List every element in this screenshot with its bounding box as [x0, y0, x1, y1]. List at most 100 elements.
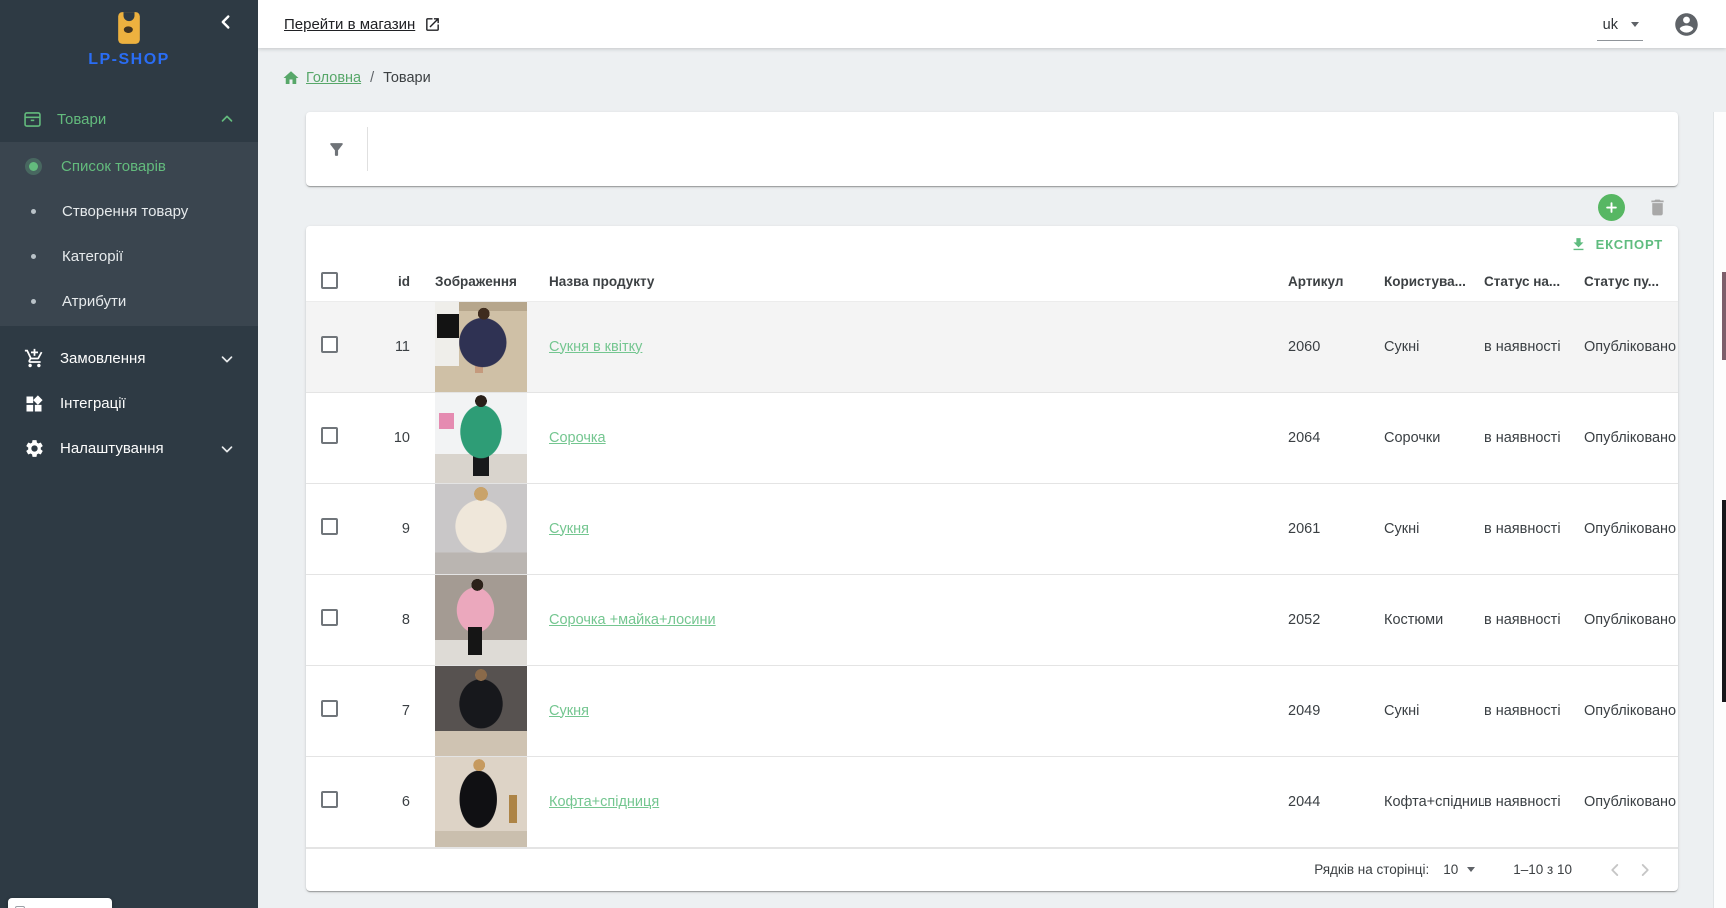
- breadcrumb-home-link[interactable]: Головна: [306, 70, 361, 86]
- breadcrumb-current: Товари: [383, 70, 431, 86]
- cell-article: 2061: [1288, 483, 1384, 574]
- cell-article: 2044: [1288, 756, 1384, 847]
- cell-stock-status: в наявності: [1484, 483, 1584, 574]
- rows-per-page-select[interactable]: 10: [1443, 862, 1475, 877]
- row-checkbox[interactable]: [321, 336, 338, 353]
- column-header-user: Користува...: [1384, 263, 1484, 301]
- sidebar-collapse-button[interactable]: [212, 8, 240, 36]
- table-header-row: id Зображення Назва продукту Артикул Кор…: [306, 263, 1678, 301]
- cell-article: 2052: [1288, 574, 1384, 665]
- product-photo[interactable]: [435, 757, 527, 847]
- row-checkbox[interactable]: [321, 609, 338, 626]
- product-photo[interactable]: [435, 393, 527, 483]
- logo[interactable]: LP-SHOP: [0, 0, 258, 96]
- product-photo[interactable]: [435, 302, 527, 392]
- row-checkbox[interactable]: [321, 791, 338, 808]
- clipped-image-sliver: [1722, 272, 1726, 360]
- add-product-button[interactable]: [1598, 194, 1625, 221]
- chevron-right-icon: [1634, 859, 1656, 881]
- column-header-id: id: [362, 263, 418, 301]
- plus-icon: [1604, 200, 1619, 215]
- cell-stock-status: в наявності: [1484, 665, 1584, 756]
- products-submenu: Список товарів Створення товару Категорі…: [0, 142, 258, 326]
- row-checkbox[interactable]: [321, 518, 338, 535]
- cell-id: 6: [362, 756, 418, 847]
- main-area: Перейти в магазин uk Головна / Товари: [258, 0, 1726, 908]
- widgets-icon: [22, 394, 46, 414]
- table-body: 11 Сукня в квітку 2060 Сукні в наявності…: [306, 301, 1678, 847]
- clipped-right-panel: [1713, 112, 1726, 908]
- topbar-right: uk: [1597, 8, 1700, 41]
- product-name-link[interactable]: Кофта+спідниця: [549, 794, 659, 810]
- external-link-icon: [424, 16, 441, 33]
- product-name-link[interactable]: Сукня: [549, 521, 589, 537]
- cell-publish-status: Опубліковано: [1584, 483, 1678, 574]
- account-circle-icon: [1673, 11, 1700, 38]
- column-header-name: Назва продукту: [544, 263, 1288, 301]
- active-bullet-icon: [29, 162, 38, 171]
- breadcrumb-separator: /: [370, 70, 374, 86]
- product-name-link[interactable]: Сукня: [549, 703, 589, 719]
- products-table-card: ЕКСПОРТ id Зображення Назва продукту Арт…: [306, 226, 1678, 891]
- table-row: 6 Кофта+спідниця 2044 Кофта+спідниц в на…: [306, 756, 1678, 847]
- sidebar-item-settings[interactable]: Налаштування: [0, 426, 258, 471]
- product-name-link[interactable]: Сорочка +майка+лосини: [549, 612, 716, 628]
- bullet-icon: [31, 254, 36, 259]
- cell-article: 2064: [1288, 392, 1384, 483]
- sidebar-item-create-product[interactable]: Створення товару: [0, 189, 258, 234]
- cell-stock-status: в наявності: [1484, 574, 1584, 665]
- product-photo[interactable]: [435, 666, 527, 756]
- previous-page-button[interactable]: [1600, 855, 1630, 885]
- filter-button[interactable]: [327, 140, 346, 159]
- go-to-store-link[interactable]: Перейти в магазин: [284, 16, 441, 33]
- cell-id: 7: [362, 665, 418, 756]
- sidebar-item-product-list[interactable]: Список товарів: [0, 144, 258, 189]
- table-row: 9 Сукня 2061 Сукні в наявності Опубліков…: [306, 483, 1678, 574]
- home-icon: [282, 69, 300, 87]
- cell-publish-status: Опубліковано: [1584, 301, 1678, 392]
- row-checkbox[interactable]: [321, 700, 338, 717]
- column-header-publish-status: Статус пу...: [1584, 263, 1678, 301]
- bullet-icon: [31, 209, 36, 214]
- cell-publish-status: Опубліковано: [1584, 392, 1678, 483]
- cell-category: Сорочки: [1384, 392, 1484, 483]
- divider: [367, 127, 368, 171]
- bullet-icon: [31, 299, 36, 304]
- account-button[interactable]: [1673, 11, 1700, 38]
- products-table: id Зображення Назва продукту Артикул Кор…: [306, 263, 1678, 848]
- caret-down-icon: [1631, 22, 1639, 27]
- product-name-link[interactable]: Сорочка: [549, 430, 606, 446]
- chevron-down-icon: [218, 440, 236, 458]
- product-photo[interactable]: [435, 575, 527, 665]
- export-button[interactable]: ЕКСПОРТ: [306, 226, 1678, 263]
- cell-stock-status: в наявності: [1484, 301, 1584, 392]
- sidebar: LP-SHOP Товари Список товарів Створення …: [0, 0, 258, 908]
- submenu-item-label: Категорії: [62, 248, 123, 265]
- product-name-link[interactable]: Сукня в квітку: [549, 339, 642, 355]
- row-checkbox[interactable]: [321, 427, 338, 444]
- sidebar-item-categories[interactable]: Категорії: [0, 234, 258, 279]
- filter-panel: [306, 112, 1678, 186]
- sidebar-item-attributes[interactable]: Атрибути: [0, 279, 258, 324]
- language-select[interactable]: uk: [1597, 14, 1643, 41]
- select-all-checkbox[interactable]: [321, 272, 338, 289]
- download-icon: [1570, 236, 1587, 253]
- column-header-article: Артикул: [1288, 263, 1384, 301]
- chevron-up-icon: [218, 110, 236, 128]
- sidebar-item-orders[interactable]: Замовлення: [0, 336, 258, 381]
- cell-id: 9: [362, 483, 418, 574]
- delete-selected-button[interactable]: [1647, 197, 1668, 218]
- sidebar-item-label: Інтеграції: [60, 395, 126, 412]
- sidebar-item-integrations[interactable]: Інтеграції: [0, 381, 258, 426]
- clipped-image-sliver: [1722, 500, 1726, 702]
- caret-down-icon: [1467, 867, 1475, 872]
- clipped-widget: [8, 898, 112, 908]
- cell-stock-status: в наявності: [1484, 392, 1584, 483]
- next-page-button[interactable]: [1630, 855, 1660, 885]
- logo-text: LP-SHOP: [0, 51, 258, 69]
- submenu-item-label: Список товарів: [61, 158, 166, 175]
- sidebar-item-products[interactable]: Товари: [0, 96, 258, 142]
- product-photo[interactable]: [435, 484, 527, 574]
- breadcrumb: Головна / Товари: [258, 48, 1726, 100]
- export-label: ЕКСПОРТ: [1596, 237, 1663, 252]
